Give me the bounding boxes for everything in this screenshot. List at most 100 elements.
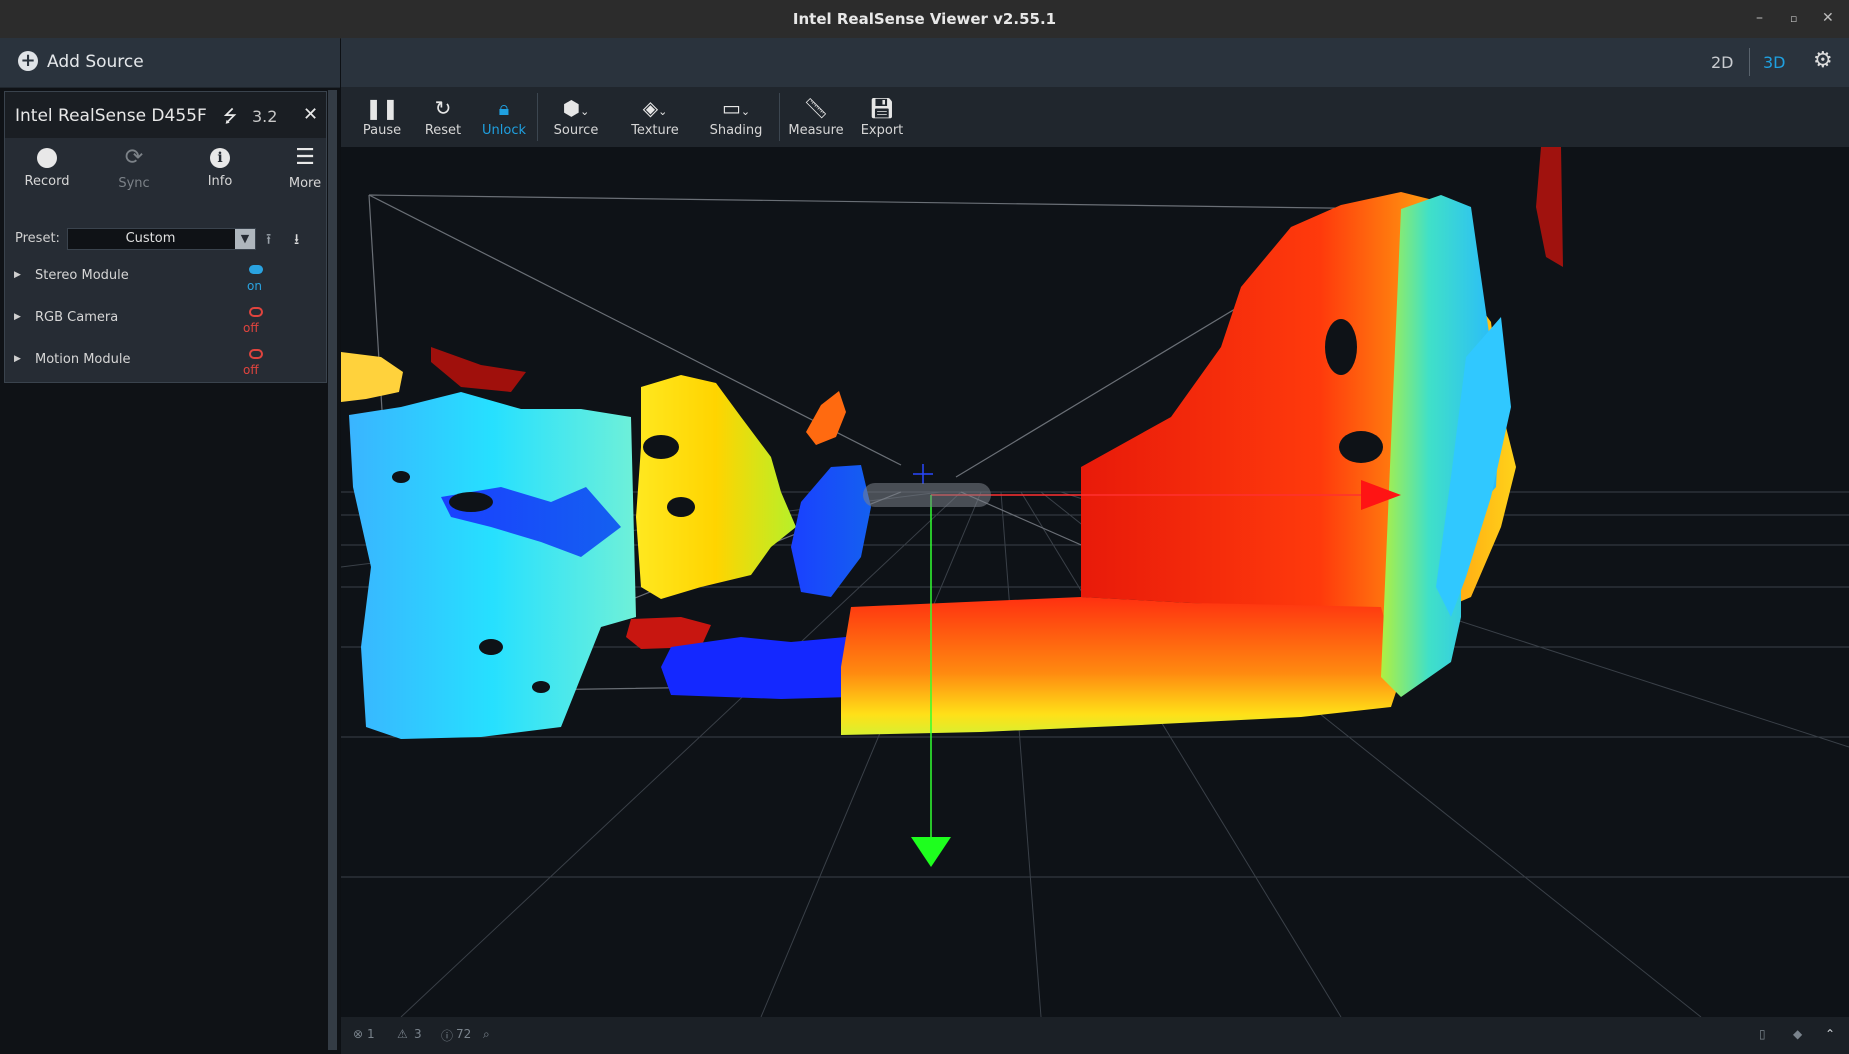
ruler-icon: 📏︎ <box>803 96 829 120</box>
module-toggle[interactable] <box>249 349 263 359</box>
title-bar: Intel RealSense Viewer v2.55.1 – ▫ ✕ <box>0 0 1849 39</box>
pointcloud-floor-region <box>841 597 1401 735</box>
sync-icon: ⟳ <box>124 145 144 170</box>
warning-count: 3 <box>414 1027 422 1041</box>
window-title: Intel RealSense Viewer v2.55.1 <box>792 10 1057 28</box>
module-toggle[interactable] <box>249 265 263 274</box>
paint-bucket-icon: ◈⌄ <box>642 96 668 120</box>
module-stereo[interactable]: ▶ Stereo Module on <box>5 259 326 295</box>
divider <box>779 93 780 141</box>
pointcloud-canvas[interactable] <box>341 147 1849 1017</box>
preset-value: Custom <box>125 231 176 246</box>
sync-button[interactable]: ⟳ Sync <box>99 138 169 198</box>
device-name: Intel RealSense D455F <box>15 106 207 126</box>
trash-icon[interactable]: ▯ <box>1759 1027 1766 1041</box>
preset-label: Preset: <box>15 231 60 246</box>
module-rgb[interactable]: ▶ RGB Camera off <box>5 301 326 337</box>
view-mode-bar: 2D 3D ⚙ <box>341 38 1849 87</box>
dropdown-arrow-icon: ▼ <box>235 229 255 249</box>
lock-icon: 🔒︎ <box>498 96 510 120</box>
export-button[interactable]: 💾︎ Export <box>852 87 912 147</box>
info-label: Info <box>207 174 233 189</box>
info-button[interactable]: i Info <box>185 138 255 198</box>
minimize-button[interactable]: – <box>1756 10 1763 26</box>
viewer-toolbar: ❚❚ Pause ↻ Reset 🔒︎ Unlock ⬢⌄ Source ◈⌄ … <box>341 87 1849 147</box>
preset-dropdown[interactable]: Custom ▼ <box>67 228 256 250</box>
module-state: on <box>247 279 262 293</box>
view-3d-tab[interactable]: 3D <box>1763 53 1786 72</box>
pointcloud-top-right-red <box>1536 147 1563 267</box>
maximize-button[interactable]: ▫ <box>1790 12 1797 25</box>
module-name: Motion Module <box>35 352 131 367</box>
device-panel: + Add Source Intel RealSense D455F ⭍ 3.2… <box>0 38 340 1054</box>
pause-icon: ❚❚ <box>365 96 399 120</box>
reset-label: Reset <box>424 123 462 138</box>
sync-label: Sync <box>118 176 150 191</box>
error-count: 1 <box>367 1027 375 1041</box>
usb-version: 3.2 <box>252 107 278 126</box>
reset-icon: ↻ <box>434 96 452 120</box>
texture-label: Texture <box>631 123 679 138</box>
info-status-icon[interactable]: ⓘ <box>441 1027 453 1044</box>
export-label: Export <box>860 123 904 138</box>
expand-arrow-icon[interactable]: ▶ <box>14 270 21 280</box>
pointcloud-top-left-yellow <box>341 352 403 402</box>
module-motion[interactable]: ▶ Motion Module off <box>5 343 326 379</box>
expand-arrow-icon[interactable]: ▶ <box>14 354 21 364</box>
status-bar: ⊗ 1 ⚠ 3 ⓘ 72 ⌕ ▯ ◆ ⌃ <box>341 1017 1849 1054</box>
shading-label: Shading <box>709 123 763 138</box>
unlock-button[interactable]: 🔒︎ Unlock <box>474 87 534 147</box>
gear-icon[interactable]: ⚙ <box>1813 48 1833 73</box>
measure-label: Measure <box>788 123 844 138</box>
add-source-button[interactable]: + Add Source <box>0 38 340 88</box>
add-source-label: Add Source <box>47 52 144 72</box>
pointcloud-orange-blob <box>806 391 846 445</box>
upload-preset-icon[interactable]: ⭱ <box>266 229 271 254</box>
error-icon[interactable]: ⊗ <box>353 1027 363 1041</box>
device-header: Intel RealSense D455F ⭍ 3.2 ✕ <box>5 92 326 138</box>
shading-dropdown[interactable]: ▭⌄ Shading <box>700 87 772 147</box>
module-state: off <box>243 321 259 335</box>
module-name: Stereo Module <box>35 268 129 283</box>
pointcloud-top-maroon <box>431 347 526 392</box>
divider <box>1749 48 1750 76</box>
search-icon[interactable]: ⌕ <box>483 1027 490 1042</box>
download-preset-icon[interactable]: ⭳ <box>294 229 299 254</box>
close-window-button[interactable]: ✕ <box>1822 10 1834 26</box>
divider <box>537 93 538 141</box>
reset-button[interactable]: ↻ Reset <box>418 87 468 147</box>
module-name: RGB Camera <box>35 310 119 325</box>
record-button[interactable]: Record <box>12 138 82 198</box>
pointcloud-viewport[interactable] <box>341 147 1849 1017</box>
texture-dropdown[interactable]: ◈⌄ Texture <box>621 87 689 147</box>
pointcloud-yellow-region <box>636 375 796 599</box>
panel-scrollbar[interactable] <box>328 90 337 1050</box>
paint-roller-icon: ▭⌄ <box>721 96 751 120</box>
info-icon: i <box>210 148 230 168</box>
expand-arrow-icon[interactable]: ▶ <box>14 312 21 322</box>
module-state: off <box>243 363 259 377</box>
unlock-label: Unlock <box>482 123 526 138</box>
record-icon <box>37 148 57 168</box>
pause-label: Pause <box>362 123 402 138</box>
source-dropdown[interactable]: ⬢⌄ Source <box>544 87 608 147</box>
remove-device-button[interactable]: ✕ <box>303 104 318 125</box>
info-count: 72 <box>456 1027 472 1041</box>
drop-icon[interactable]: ◆ <box>1793 1027 1802 1041</box>
device-card: Intel RealSense D455F ⭍ 3.2 ✕ Record ⟳ S… <box>4 91 327 383</box>
pointcloud-blue-region <box>791 465 871 597</box>
warning-icon[interactable]: ⚠ <box>397 1027 408 1041</box>
measure-button[interactable]: 📏︎ Measure <box>784 87 848 147</box>
source-label: Source <box>553 123 599 138</box>
pointcloud-left-region <box>349 392 636 739</box>
pointcloud-blue-floor <box>661 637 851 699</box>
view-2d-tab[interactable]: 2D <box>1711 53 1734 72</box>
plus-icon: + <box>18 51 38 71</box>
pause-button[interactable]: ❚❚ Pause <box>357 87 407 147</box>
save-icon: 💾︎ <box>869 96 895 120</box>
collapse-icon[interactable]: ⌃ <box>1825 1027 1835 1041</box>
record-label: Record <box>24 174 70 189</box>
usb-icon: ⭍ <box>223 107 238 127</box>
module-toggle[interactable] <box>249 307 263 317</box>
cube-icon: ⬢⌄ <box>562 96 590 120</box>
